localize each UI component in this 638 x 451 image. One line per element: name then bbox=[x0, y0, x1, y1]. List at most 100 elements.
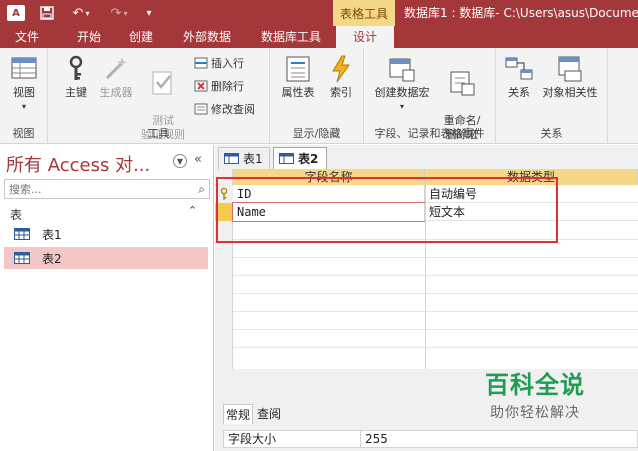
customize-toolbar-icon[interactable]: ▾ bbox=[142, 0, 156, 26]
nav-item-label: 表1 bbox=[42, 227, 62, 242]
tab-lookup[interactable]: 查阅 bbox=[255, 404, 283, 424]
grid-divider bbox=[233, 275, 638, 276]
grid-divider bbox=[233, 239, 638, 240]
collapse-section-icon[interactable]: ⌃ bbox=[188, 204, 197, 217]
rename-macro-icon bbox=[450, 71, 475, 96]
indexes-label: 索引 bbox=[330, 86, 352, 99]
nav-item-label: 表2 bbox=[42, 251, 62, 266]
column-header-data-type: 数据类型 bbox=[425, 169, 638, 185]
view-dropdown-icon: ▾ bbox=[21, 102, 26, 111]
delete-rows-label: 删除行 bbox=[211, 80, 244, 93]
create-data-macros-button[interactable]: 创建数据宏 ▾ bbox=[370, 54, 434, 114]
tab-external-data[interactable]: 外部数据 bbox=[172, 26, 242, 48]
row-selector[interactable] bbox=[215, 203, 233, 221]
insert-rows-label: 插入行 bbox=[211, 57, 244, 70]
builder-wand-icon bbox=[105, 57, 127, 80]
group-relationships-label: 关系 bbox=[540, 127, 563, 140]
tab-home[interactable]: 开始 bbox=[66, 26, 112, 48]
nav-item-table2[interactable]: 表2 bbox=[4, 247, 208, 269]
undo-icon[interactable]: ↶ ▾ bbox=[66, 0, 96, 26]
create-data-macros-dropdown-icon: ▾ bbox=[399, 102, 404, 111]
view-icon bbox=[11, 57, 37, 79]
save-icon[interactable] bbox=[36, 0, 58, 26]
navigation-pane: 所有 Access 对... ▼ « ⌕ 表 ⌃ 表1 表2 bbox=[0, 145, 214, 451]
field-name-cell[interactable]: ID bbox=[233, 185, 425, 203]
table-row[interactable]: Name 短文本 bbox=[232, 202, 638, 222]
watermark-subtitle: 助你轻松解决 bbox=[490, 405, 580, 421]
group-relationships: 关系 对象相关性 关系 bbox=[496, 48, 608, 144]
group-show-hide-label: 显示/隐藏 bbox=[292, 127, 341, 140]
validation-icon bbox=[152, 71, 172, 95]
watermark: 百科全说 助你轻松解决 bbox=[440, 365, 630, 425]
object-dependencies-label: 对象相关性 bbox=[542, 86, 598, 99]
grid-divider bbox=[233, 311, 638, 312]
tab-file[interactable]: 文件 bbox=[0, 26, 54, 48]
property-sheet-button[interactable]: 属性表 bbox=[276, 54, 320, 100]
nav-search-box: ⌕ bbox=[4, 179, 210, 199]
insert-rows-icon bbox=[194, 56, 208, 70]
app-icon-letter: A bbox=[7, 5, 25, 21]
delete-rows-button[interactable]: 删除行 bbox=[194, 77, 244, 95]
group-tools-label: 工具 bbox=[147, 127, 170, 140]
search-icon[interactable]: ⌕ bbox=[198, 182, 205, 197]
column-header-field-name: 字段名称 bbox=[233, 169, 425, 185]
indexes-lightning-icon bbox=[332, 55, 350, 83]
watermark-title: 百科全说 bbox=[485, 371, 585, 399]
group-field-record-table-events: 创建数据宏 ▾ 重命名/ 删除宏 字段、记录和表格事件 bbox=[364, 48, 496, 144]
modify-lookups-button[interactable]: 修改查阅 bbox=[194, 100, 255, 118]
nav-item-table1[interactable]: 表1 bbox=[4, 223, 208, 245]
doc-tab-label: 表1 bbox=[243, 152, 263, 166]
view-button-label: 视图 bbox=[13, 86, 35, 99]
object-dependencies-button[interactable]: 对象相关性 bbox=[538, 54, 602, 100]
insert-rows-button[interactable]: 插入行 bbox=[194, 54, 244, 72]
data-type-cell[interactable]: 短文本 bbox=[425, 203, 638, 221]
data-macro-icon bbox=[389, 58, 415, 82]
field-name-cell[interactable]: Name bbox=[232, 202, 426, 222]
delete-rows-icon bbox=[194, 79, 208, 93]
tab-general[interactable]: 常规 bbox=[223, 404, 253, 424]
nav-pane-collapse-icon[interactable]: « bbox=[194, 152, 202, 167]
builder-button[interactable]: 生成器 bbox=[94, 54, 138, 100]
group-tools: 主键 生成器 测试 验证规则 插入行 删除行 修改查阅 工具 bbox=[48, 48, 270, 144]
tab-database-tools[interactable]: 数据库工具 bbox=[250, 26, 332, 48]
modify-lookups-label: 修改查阅 bbox=[211, 103, 255, 116]
doc-tab-table1[interactable]: 表1 bbox=[218, 147, 270, 169]
doc-tab-table2[interactable]: 表2 bbox=[273, 147, 327, 169]
nav-search-input[interactable] bbox=[5, 180, 185, 198]
redo-icon[interactable]: ↷ ▾ bbox=[104, 0, 134, 26]
title-bar: A ↶ ▾ ↷ ▾ ▾ 表格工具 数据库1 : 数据库- C:\Users\asus… bbox=[0, 0, 638, 26]
grid-column-divider bbox=[425, 185, 426, 369]
access-app-icon[interactable]: A bbox=[4, 0, 28, 26]
group-views: 视图 ▾ 视图 bbox=[0, 48, 48, 144]
group-views-label: 视图 bbox=[12, 127, 35, 140]
grid-divider bbox=[233, 329, 638, 330]
grid-divider bbox=[233, 257, 638, 258]
relationships-button[interactable]: 关系 bbox=[502, 54, 536, 100]
modify-lookups-icon bbox=[194, 102, 208, 116]
property-label: 字段大小 bbox=[228, 432, 277, 446]
group-show-hide: 属性表 索引 显示/隐藏 bbox=[270, 48, 364, 144]
table-icon bbox=[14, 228, 30, 240]
nav-section-tables[interactable]: 表 bbox=[10, 206, 22, 223]
access-window: A ↶ ▾ ↷ ▾ ▾ 表格工具 数据库1 : 数据库- C:\Users\asus… bbox=[0, 0, 638, 451]
nav-pane-title[interactable]: 所有 Access 对... bbox=[6, 151, 150, 177]
doc-tab-label: 表2 bbox=[298, 152, 319, 166]
property-row[interactable]: 字段大小 255 bbox=[223, 430, 638, 448]
row-selector[interactable] bbox=[215, 185, 233, 203]
table-tools-context-tab: 表格工具 bbox=[333, 0, 395, 26]
table-row[interactable]: ID 自动编号 bbox=[233, 185, 638, 203]
table-icon bbox=[14, 252, 30, 264]
tab-create[interactable]: 创建 bbox=[118, 26, 164, 48]
indexes-button[interactable]: 索引 bbox=[324, 54, 358, 100]
primary-key-button[interactable]: 主键 bbox=[58, 54, 94, 100]
data-type-cell[interactable]: 自动编号 bbox=[425, 185, 638, 203]
builder-label: 生成器 bbox=[99, 86, 133, 99]
nav-pane-menu-icon[interactable]: ▼ bbox=[173, 154, 187, 168]
ribbon-tab-row: 文件 开始 创建 外部数据 数据库工具 设计 bbox=[0, 26, 638, 48]
property-value[interactable]: 255 bbox=[360, 431, 388, 448]
tab-design[interactable]: 设计 bbox=[336, 26, 394, 48]
primary-key-icon bbox=[220, 187, 228, 200]
window-title: 数据库1 : 数据库- C:\Users\asus\Docume bbox=[404, 6, 638, 20]
view-button[interactable]: 视图 ▾ bbox=[6, 54, 42, 114]
create-data-macros-label: 创建数据宏 bbox=[374, 86, 430, 99]
